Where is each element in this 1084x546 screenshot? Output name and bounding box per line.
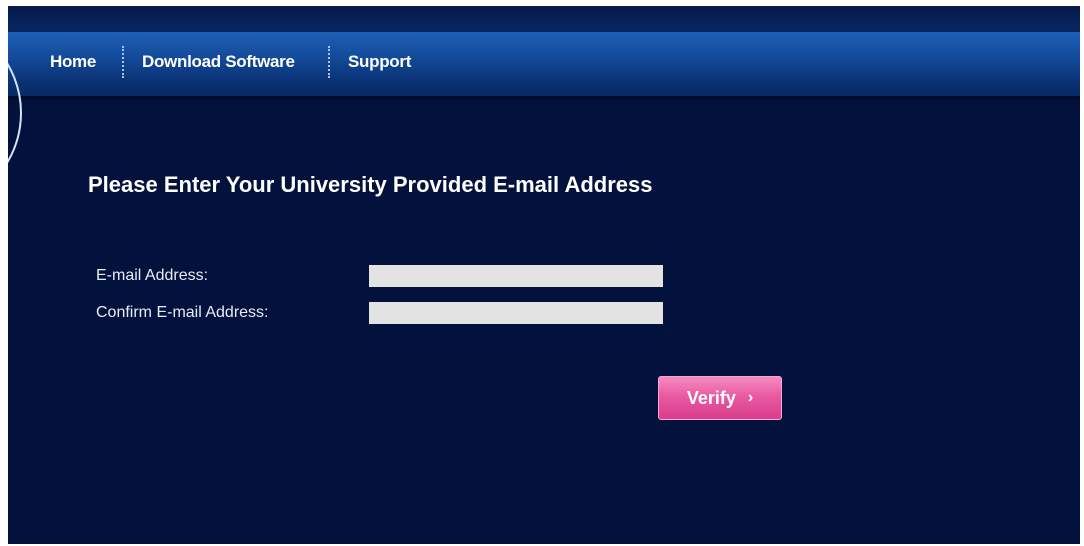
top-strip	[8, 6, 1080, 32]
verify-button[interactable]: Verify ›	[658, 376, 782, 420]
nav-home-link[interactable]: Home	[50, 52, 96, 72]
verify-button-label: Verify	[686, 387, 736, 408]
nav-separator	[122, 46, 124, 78]
nav-separator	[328, 46, 330, 78]
confirm-email-label: Confirm E-mail Address:	[96, 304, 269, 321]
email-label: E-mail Address:	[96, 267, 209, 284]
email-field[interactable]	[369, 265, 663, 287]
page-frame: Home Download Software Support Please En…	[8, 6, 1080, 544]
confirm-email-field[interactable]	[369, 302, 663, 324]
chevron-right-icon: ›	[747, 389, 754, 406]
page-title: Please Enter Your University Provided E-…	[88, 172, 653, 197]
nav-download-software-link[interactable]: Download Software	[142, 52, 295, 72]
nav-support-link[interactable]: Support	[348, 52, 411, 72]
nav-bar: Home Download Software Support	[8, 32, 1080, 96]
